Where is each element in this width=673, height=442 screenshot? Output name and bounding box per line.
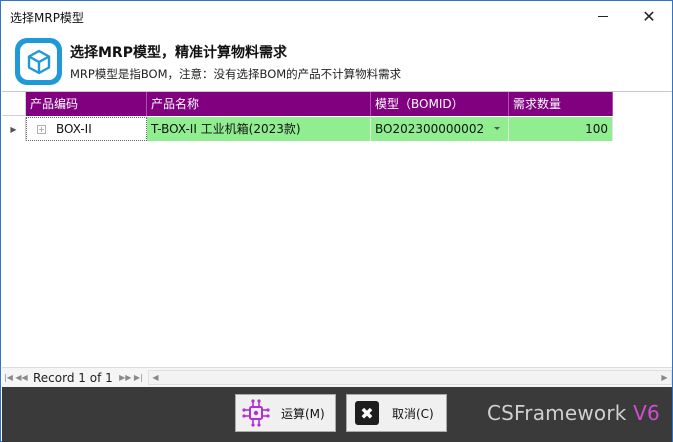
first-record-icon[interactable]: |◀ bbox=[2, 371, 15, 385]
calculate-button-label: 运算(M) bbox=[281, 406, 325, 421]
cancel-button-label: 取消(C) bbox=[392, 406, 434, 421]
brand-name: CSFramework bbox=[487, 401, 627, 425]
title-bar: 选择MRP模型 ✕ bbox=[1, 1, 672, 32]
close-x-icon: ✖ bbox=[352, 398, 382, 428]
cell-product-name[interactable]: T-BOX-II 工业机箱(2023款) bbox=[147, 117, 371, 141]
column-header-product-name[interactable]: 产品名称 bbox=[147, 92, 371, 116]
dialog-heading: 选择MRP模型，精准计算物料需求 bbox=[70, 45, 287, 61]
next-page-icon[interactable]: ▶▶ bbox=[119, 371, 132, 385]
box-cube-icon bbox=[15, 38, 62, 85]
brand-logo: CSFramework V6 bbox=[487, 401, 660, 425]
cell-quantity[interactable]: 100 bbox=[509, 117, 613, 141]
chevron-down-icon[interactable] bbox=[494, 127, 500, 130]
scroll-right-icon[interactable]: ▶ bbox=[658, 371, 671, 384]
calculate-button[interactable]: 运算(M) bbox=[235, 394, 336, 432]
column-header-bom-id[interactable]: 模型（BOMID） bbox=[371, 92, 509, 116]
dialog-window: 选择MRP模型 ✕ 选择MRP模型，精准计算物料需求 MRP模型是指BOM，注意… bbox=[0, 0, 673, 442]
dialog-header: 选择MRP模型，精准计算物料需求 MRP模型是指BOM，注意：没有选择BOM的产… bbox=[1, 32, 672, 88]
grid-header-row: 产品编码 产品名称 模型（BOMID） 需求数量 bbox=[2, 92, 613, 116]
column-header-quantity[interactable]: 需求数量 bbox=[509, 92, 613, 116]
product-code-value: BOX-II bbox=[56, 122, 92, 136]
table-row[interactable]: ▶ BOX-II T-BOX-II 工业机箱(2023款) BO20230000… bbox=[2, 117, 613, 141]
close-button[interactable]: ✕ bbox=[626, 1, 672, 32]
prev-page-icon[interactable]: ◀◀ bbox=[15, 371, 28, 385]
horizontal-scrollbar[interactable]: ◀ ▶ bbox=[148, 370, 672, 385]
window-title: 选择MRP模型 bbox=[10, 11, 84, 25]
cell-product-code[interactable]: BOX-II bbox=[26, 117, 147, 141]
circuit-chip-icon bbox=[241, 398, 271, 428]
last-record-icon[interactable]: ▶| bbox=[132, 371, 145, 385]
minimize-button[interactable] bbox=[580, 1, 626, 32]
dialog-footer: 运算(M) ✖ 取消(C) CSFramework V6 bbox=[2, 387, 672, 442]
scroll-left-icon[interactable]: ◀ bbox=[149, 371, 162, 384]
row-indicator-header bbox=[2, 92, 26, 116]
bom-id-value: BO202300000002 bbox=[375, 122, 485, 136]
current-row-indicator-icon: ▶ bbox=[2, 117, 26, 141]
cell-bom-id[interactable]: BO202300000002 bbox=[371, 117, 509, 141]
mrp-model-grid[interactable]: 产品编码 产品名称 模型（BOMID） 需求数量 ▶ BOX-II T-BOX-… bbox=[2, 91, 672, 367]
expand-plus-icon[interactable] bbox=[37, 124, 46, 134]
brand-version: V6 bbox=[633, 401, 660, 425]
grid-navigator: |◀ ◀◀ Record 1 of 1 ▶▶ ▶| ◀ ▶ bbox=[2, 367, 672, 387]
dialog-subheading: MRP模型是指BOM，注意：没有选择BOM的产品不计算物料需求 bbox=[70, 67, 402, 81]
record-position-label: Record 1 of 1 bbox=[33, 370, 113, 385]
column-header-product-code[interactable]: 产品编码 bbox=[26, 92, 147, 116]
cancel-button[interactable]: ✖ 取消(C) bbox=[346, 394, 447, 432]
